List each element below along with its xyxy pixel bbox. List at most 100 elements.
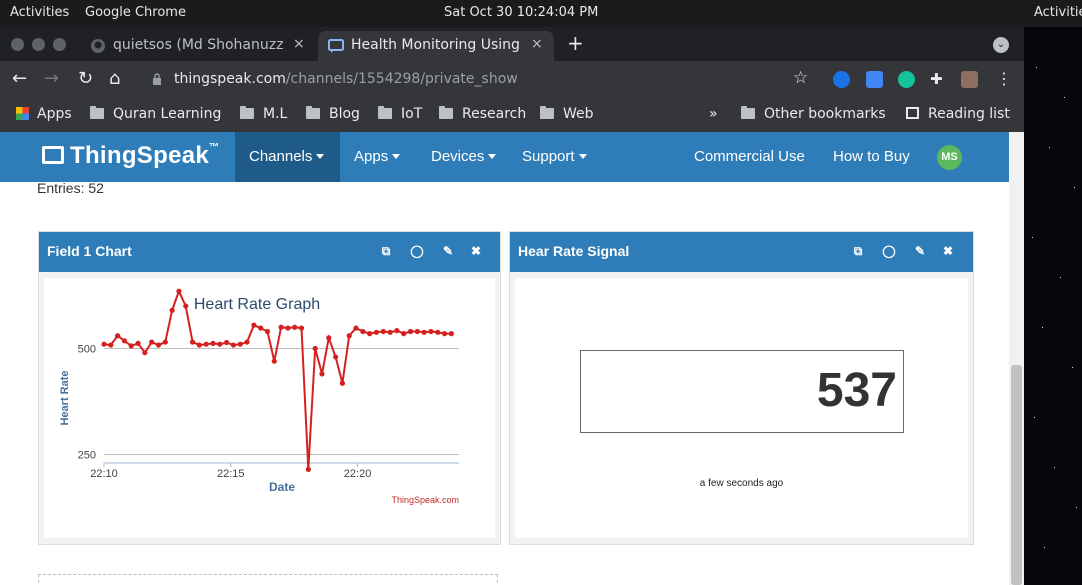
data-point[interactable] (162, 339, 168, 345)
data-point[interactable] (183, 303, 189, 309)
data-point[interactable] (108, 342, 114, 348)
data-point[interactable] (244, 339, 250, 345)
data-point[interactable] (339, 380, 346, 386)
data-point[interactable] (278, 324, 284, 330)
data-point[interactable] (189, 339, 196, 345)
bookmark-apps[interactable]: Apps (16, 106, 72, 122)
bookmark-other[interactable]: Other bookmarks (741, 106, 886, 122)
forward-icon[interactable]: → (44, 69, 59, 89)
data-point[interactable] (285, 325, 291, 331)
activities-button-right[interactable]: Activitie (1034, 5, 1082, 20)
tab-close-icon[interactable]: × (293, 36, 305, 52)
bookmarks-overflow-icon[interactable]: » (709, 106, 718, 122)
nav-how-to-buy[interactable]: How to Buy (819, 132, 924, 182)
data-point[interactable] (360, 328, 366, 335)
data-point[interactable] (305, 466, 311, 472)
chart-credit[interactable]: ThingSpeak.com (391, 495, 459, 505)
data-point[interactable] (387, 329, 393, 335)
lock-icon[interactable] (152, 73, 162, 85)
bookmark-ml[interactable]: M.L (240, 106, 287, 122)
data-point[interactable] (346, 333, 352, 339)
data-point[interactable] (258, 325, 264, 331)
data-point[interactable] (441, 331, 448, 337)
nav-channels[interactable]: Channels (235, 132, 340, 182)
home-icon[interactable]: ⌂ (109, 69, 120, 89)
bookmark-quran-learning[interactable]: Quran Learning (90, 106, 221, 122)
app-menu[interactable]: Google Chrome (85, 5, 186, 20)
page-scrollbar[interactable] (1009, 132, 1024, 585)
data-point[interactable] (224, 339, 230, 346)
scrollbar-thumb[interactable] (1011, 365, 1022, 585)
edit-pencil-icon[interactable]: ✎ (441, 244, 455, 258)
data-point[interactable] (142, 350, 148, 356)
data-point[interactable] (380, 328, 386, 335)
data-point[interactable] (394, 328, 400, 334)
data-point[interactable] (401, 331, 407, 337)
data-point[interactable] (169, 307, 175, 313)
data-point[interactable] (101, 341, 107, 347)
extension-translate-icon[interactable] (866, 71, 883, 88)
nav-commercial-use[interactable]: Commercial Use (680, 132, 819, 182)
close-icon[interactable]: ✖ (941, 244, 955, 258)
bookmark-web[interactable]: Web (540, 106, 594, 122)
bookmark-star-icon[interactable]: ☆ (793, 68, 808, 88)
nav-support[interactable]: Support (508, 132, 601, 182)
tab-github[interactable]: quietsos (Md Shohanuzzama × (80, 31, 316, 61)
data-point[interactable] (319, 371, 325, 377)
url-text[interactable]: thingspeak.com/channels/1554298/private_… (174, 71, 518, 87)
data-point[interactable] (176, 288, 182, 294)
data-point[interactable] (196, 342, 202, 348)
tab-search-icon[interactable]: ⌄ (993, 37, 1009, 53)
reload-icon[interactable]: ↻ (78, 69, 93, 89)
data-point[interactable] (149, 339, 155, 345)
new-tab-button[interactable]: + (567, 31, 584, 55)
data-point[interactable] (251, 322, 257, 328)
tab-thingspeak[interactable]: Health Monitoring Using Io × (318, 31, 554, 61)
window-minimize-button[interactable] (32, 38, 45, 51)
data-point[interactable] (115, 333, 121, 339)
nav-devices[interactable]: Devices (417, 132, 510, 182)
chrome-menu-icon[interactable]: ⋮ (996, 69, 1012, 89)
data-point[interactable] (421, 329, 427, 335)
comment-icon[interactable]: ◯ (410, 244, 424, 258)
external-link-icon[interactable]: ⧉ (379, 244, 393, 258)
data-point[interactable] (210, 340, 216, 346)
data-point[interactable] (237, 341, 243, 347)
data-point[interactable] (353, 325, 359, 331)
data-point[interactable] (155, 342, 162, 348)
clock[interactable]: Sat Oct 30 10:24:04 PM (444, 5, 598, 20)
data-point[interactable] (414, 328, 420, 335)
edit-pencil-icon[interactable]: ✎ (913, 244, 927, 258)
user-avatar[interactable]: MS (937, 145, 962, 170)
bookmark-blog[interactable]: Blog (306, 106, 360, 122)
data-point[interactable] (332, 354, 339, 360)
window-maximize-button[interactable] (53, 38, 66, 51)
comment-icon[interactable]: ◯ (882, 244, 896, 258)
external-link-icon[interactable]: ⧉ (851, 244, 865, 258)
bookmark-research[interactable]: Research (439, 106, 526, 122)
data-point[interactable] (367, 331, 373, 337)
nav-apps[interactable]: Apps (340, 132, 414, 182)
data-point[interactable] (135, 340, 141, 346)
reading-list[interactable]: Reading list (906, 106, 1010, 122)
heart-rate-chart[interactable]: Heart Rate Graph 250500 22:10 22:15 22:20 … (44, 278, 495, 538)
data-point[interactable] (448, 331, 454, 337)
data-point[interactable] (128, 343, 134, 349)
extensions-puzzle-icon[interactable]: ✚ (930, 71, 947, 88)
data-point[interactable] (292, 324, 298, 330)
bookmark-iot[interactable]: IoT (378, 106, 422, 122)
tab-close-icon[interactable]: × (531, 36, 543, 52)
data-point[interactable] (407, 328, 414, 335)
data-point[interactable] (264, 328, 271, 335)
data-point[interactable] (373, 329, 380, 335)
activities-button[interactable]: Activities (10, 5, 69, 20)
grammarly-icon[interactable] (898, 71, 915, 88)
data-point[interactable] (230, 342, 237, 348)
extension-link-icon[interactable] (833, 71, 850, 88)
data-point[interactable] (203, 341, 209, 347)
address-bar[interactable]: thingspeak.com/channels/1554298/private_… (140, 65, 820, 95)
data-point[interactable] (326, 335, 332, 341)
data-point[interactable] (217, 341, 223, 347)
data-point[interactable] (312, 345, 318, 352)
data-point[interactable] (428, 328, 434, 335)
